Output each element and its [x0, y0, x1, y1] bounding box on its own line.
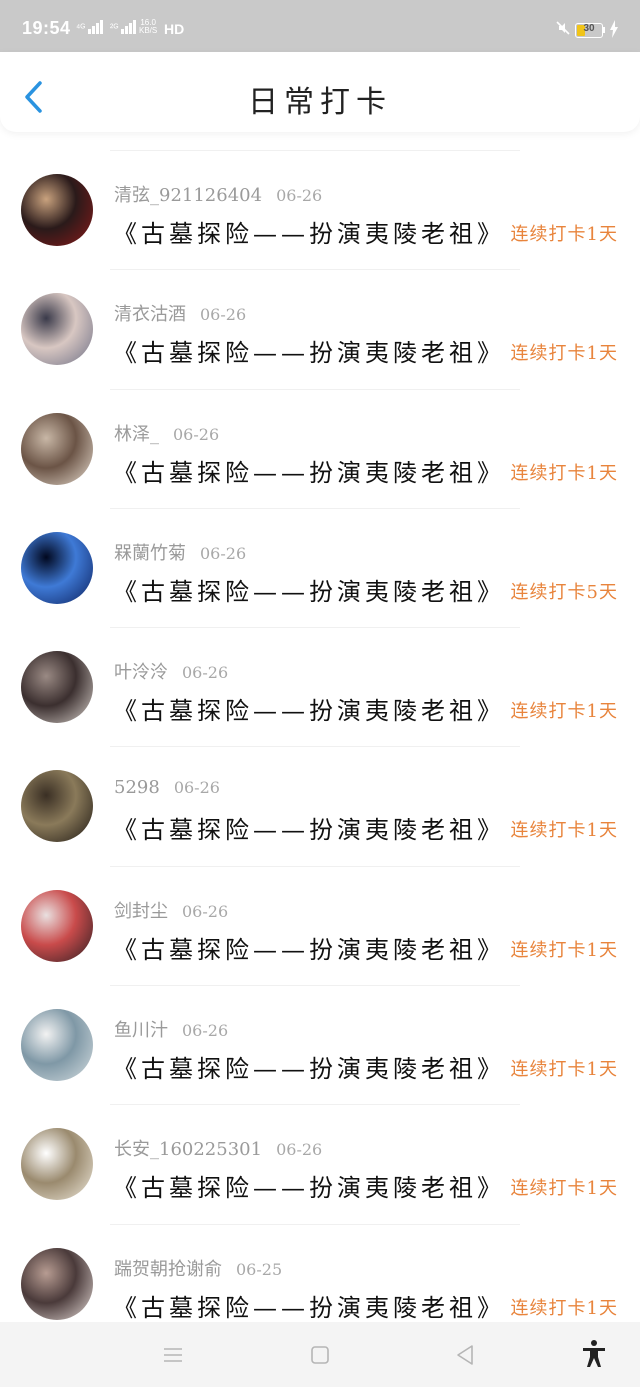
- list-item[interactable]: 清衣沽酒 06-26 《古墓探险——扮演夷陵老祖》 连续打卡1天: [0, 269, 640, 388]
- list-item[interactable]: 清弦_921126404 06-26 《古墓探险——扮演夷陵老祖》 连续打卡1天: [0, 150, 640, 269]
- divider: [110, 1223, 520, 1225]
- avatar[interactable]: [21, 293, 93, 366]
- book-title[interactable]: 《古墓探险——扮演夷陵老祖》: [113, 1288, 505, 1323]
- book-title[interactable]: 《古墓探险——扮演夷陵老祖》: [113, 930, 505, 965]
- network-speed: 16.0 KB/S: [139, 18, 158, 35]
- checkin-date: 06-26: [200, 543, 247, 563]
- book-title[interactable]: 《古墓探险——扮演夷陵老祖》: [113, 691, 505, 726]
- status-time: 19:54: [22, 18, 71, 38]
- streak-label: 连续打卡1天: [510, 1059, 618, 1081]
- home-icon[interactable]: [307, 1342, 333, 1368]
- divider: [110, 507, 520, 509]
- book-title[interactable]: 《古墓探险——扮演夷陵老祖》: [113, 214, 505, 249]
- streak-label: 连续打卡1天: [510, 1178, 618, 1200]
- entry-meta: 清弦_921126404 06-26: [114, 181, 322, 207]
- divider: [110, 746, 520, 748]
- entry-meta: 叶泠泠 06-26: [114, 658, 228, 684]
- checkin-date: 06-26: [276, 186, 323, 205]
- avatar[interactable]: [21, 770, 93, 843]
- avatar[interactable]: [21, 651, 93, 724]
- username[interactable]: 林泽_: [114, 424, 159, 445]
- page-title: 日常打卡: [248, 85, 392, 120]
- status-bar: 19:54 ⁴ᴳ ²ᴳ 16.0 KB/S HD 30: [0, 0, 640, 52]
- hd-indicator: HD: [164, 21, 185, 37]
- avatar[interactable]: [21, 1247, 93, 1320]
- checkin-date: 06-26: [173, 778, 220, 798]
- streak-label: 连续打卡1天: [510, 820, 618, 842]
- avatar[interactable]: [21, 1128, 93, 1201]
- username[interactable]: 叶泠泠: [114, 662, 168, 683]
- checkin-date: 06-26: [173, 424, 220, 444]
- divider: [110, 627, 520, 629]
- entry-meta: 槑蘭竹菊 06-26: [114, 539, 246, 565]
- signal-2g-icon: ²ᴳ: [110, 20, 137, 34]
- avatar[interactable]: [21, 889, 93, 962]
- username[interactable]: 长安_160225301: [114, 1139, 262, 1160]
- username[interactable]: 清弦_921126404: [114, 185, 262, 206]
- list-item[interactable]: 叶泠泠 06-26 《古墓探险——扮演夷陵老祖》 连续打卡1天: [0, 627, 640, 746]
- checkin-date: 06-26: [182, 1021, 229, 1041]
- streak-label: 连续打卡1天: [510, 701, 618, 723]
- checkin-date: 06-26: [276, 1140, 323, 1160]
- divider: [110, 269, 520, 271]
- list-item[interactable]: 剑封尘 06-26 《古墓探险——扮演夷陵老祖》 连续打卡1天: [0, 865, 640, 985]
- streak-label: 连续打卡1天: [510, 224, 618, 245]
- entry-meta: 5298 06-26: [114, 777, 220, 798]
- divider: [110, 388, 520, 390]
- entry-meta: 剑封尘 06-26: [114, 897, 228, 923]
- list-item[interactable]: 林泽_ 06-26 《古墓探险——扮演夷陵老祖》 连续打卡1天: [0, 388, 640, 508]
- username[interactable]: 鱼川汁: [114, 1020, 168, 1041]
- list-item[interactable]: 5298 06-26 《古墓探险——扮演夷陵老祖》 连续打卡1天: [0, 746, 640, 865]
- divider: [110, 150, 520, 151]
- mute-icon: [556, 21, 570, 35]
- book-title[interactable]: 《古墓探险——扮演夷陵老祖》: [113, 810, 505, 845]
- back-triangle-icon[interactable]: [452, 1342, 478, 1368]
- checkin-date: 06-26: [182, 663, 229, 683]
- streak-label: 连续打卡1天: [510, 1297, 618, 1319]
- checkin-date: 06-25: [236, 1259, 283, 1279]
- username[interactable]: 剑封尘: [114, 901, 168, 922]
- entry-meta: 长安_160225301 06-26: [114, 1135, 322, 1161]
- divider: [110, 1104, 520, 1106]
- signal-4g-icon: ⁴ᴳ: [76, 20, 104, 34]
- accessibility-icon[interactable]: [580, 1339, 608, 1369]
- list-item[interactable]: 长安_160225301 06-26 《古墓探险——扮演夷陵老祖》 连续打卡1天: [0, 1104, 640, 1223]
- list-item[interactable]: 鱼川汁 06-26 《古墓探险——扮演夷陵老祖》 连续打卡1天: [0, 985, 640, 1104]
- username[interactable]: 清衣沽酒: [114, 304, 186, 325]
- checkin-list: 清弦_921126404 06-26 《古墓探险——扮演夷陵老祖》 连续打卡1天 …: [0, 150, 640, 1343]
- battery-icon: 30: [575, 23, 603, 38]
- entry-meta: 林泽_ 06-26: [114, 420, 219, 446]
- entry-meta: 鱼川汁 06-26: [114, 1016, 228, 1042]
- entry-meta: 清衣沽酒 06-26: [114, 300, 246, 326]
- divider: [110, 985, 520, 987]
- streak-label: 连续打卡1天: [510, 939, 618, 961]
- avatar[interactable]: [21, 174, 93, 246]
- battery-level: 30: [583, 23, 595, 34]
- checkin-date: 06-26: [200, 305, 247, 325]
- checkin-date: 06-26: [182, 901, 229, 921]
- entry-meta: 踹贺朝抢谢俞 06-25: [114, 1255, 282, 1281]
- book-title[interactable]: 《古墓探险——扮演夷陵老祖》: [113, 453, 505, 488]
- book-title[interactable]: 《古墓探险——扮演夷陵老祖》: [113, 1049, 505, 1084]
- divider: [110, 865, 520, 867]
- avatar[interactable]: [21, 531, 93, 604]
- streak-label: 连续打卡1天: [510, 343, 618, 365]
- app-header: 日常打卡: [0, 52, 640, 132]
- list-item[interactable]: 槑蘭竹菊 06-26 《古墓探险——扮演夷陵老祖》 连续打卡5天: [0, 507, 640, 627]
- streak-label: 连续打卡1天: [510, 462, 618, 484]
- menu-icon[interactable]: [160, 1342, 186, 1368]
- avatar[interactable]: [21, 1009, 93, 1082]
- username[interactable]: 槑蘭竹菊: [114, 543, 186, 564]
- book-title[interactable]: 《古墓探险——扮演夷陵老祖》: [113, 333, 505, 368]
- avatar[interactable]: [21, 412, 93, 485]
- username[interactable]: 5298: [114, 777, 160, 798]
- username[interactable]: 踹贺朝抢谢俞: [114, 1259, 222, 1280]
- book-title[interactable]: 《古墓探险——扮演夷陵老祖》: [113, 572, 505, 607]
- charging-icon: [610, 20, 618, 38]
- streak-label: 连续打卡5天: [510, 581, 618, 603]
- system-nav-bar: [0, 1322, 640, 1387]
- book-title[interactable]: 《古墓探险——扮演夷陵老祖》: [113, 1168, 505, 1203]
